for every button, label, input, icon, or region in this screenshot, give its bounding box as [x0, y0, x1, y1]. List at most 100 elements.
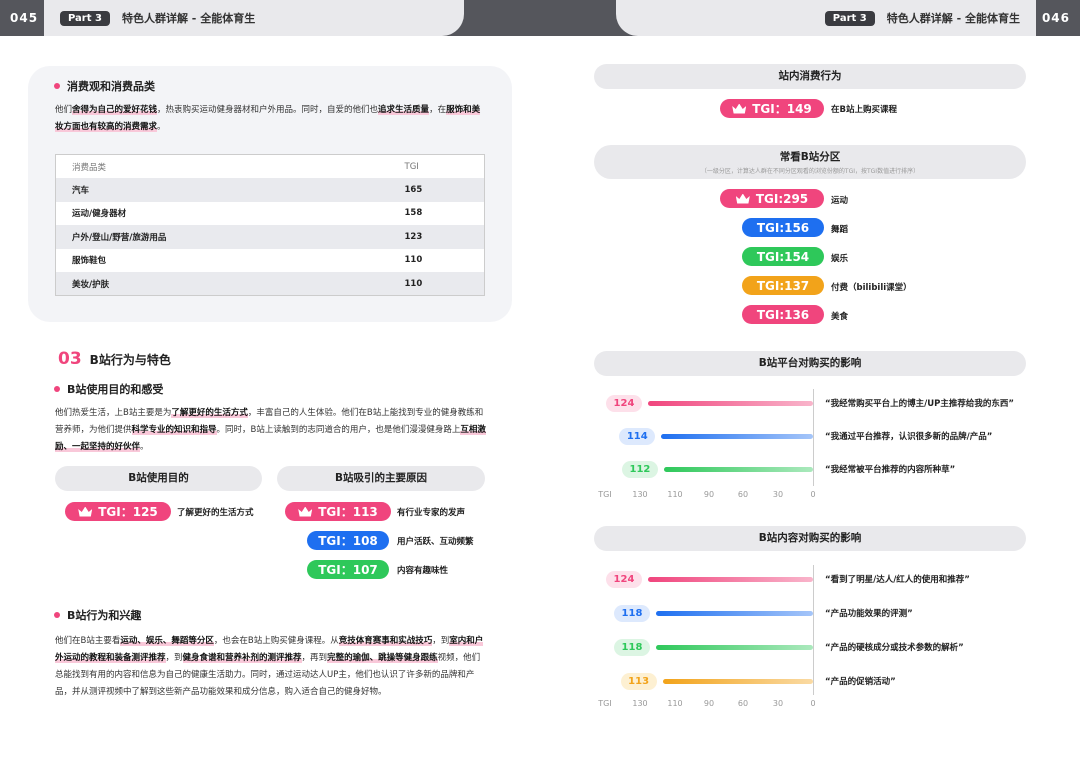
axis-tick-label: 0 — [810, 699, 816, 708]
bar-category-label: “我经常被平台推荐的内容所种草” — [825, 465, 956, 475]
page-header: 045 Part 3 特色人群详解 - 全能体育生 Part 3 特色人群详解 … — [0, 0, 1080, 36]
axis-tick-label: 130 — [632, 699, 648, 708]
tgi-value: TGI:156 — [756, 220, 810, 235]
bar — [655, 611, 813, 616]
table-cell: 美妆/护肤 — [55, 272, 389, 296]
purpose-heading: B站使用目的和感受 — [54, 381, 163, 397]
bar — [655, 645, 813, 650]
bar — [647, 577, 813, 582]
bar-category-label: “我经常购买平台上的博主/UP主推荐给我的东西” — [825, 399, 1014, 409]
table-row: 服饰鞋包 110 — [56, 249, 485, 273]
axis-tick-label: 110 — [667, 699, 683, 708]
table-cell: 户外/登山/野营/旅游用品 — [55, 225, 389, 249]
buy-header: 站内消费行为 — [594, 64, 1026, 89]
tgi-badge: TGI:156 — [742, 218, 824, 237]
axis-tick-label: 30 — [772, 490, 784, 499]
tgi-value: TGI:137 — [756, 278, 810, 293]
consumption-table: 消费品类 TGI 汽车 165 运动/健身器材 158 户外/登山/野营/旅游用品 12… — [55, 154, 485, 296]
axis-tick-label: 0 — [810, 490, 816, 499]
axis-tick-label: TGI — [598, 699, 612, 708]
tgi-badge: TGI：107 — [307, 560, 389, 579]
crown-icon — [298, 506, 313, 517]
table-cell: 165 — [388, 178, 485, 202]
tgi-badge: TGI:295 — [720, 189, 824, 208]
tgi-value: TGI:295 — [755, 191, 809, 206]
tgi-badge: TGI：125 — [65, 502, 171, 521]
tgi-label: 用户活跃、互动频繁 — [397, 537, 474, 547]
part-badge: Part 3 — [60, 10, 110, 26]
table-header-tgi: TGI — [404, 161, 419, 172]
crown-icon — [732, 103, 747, 114]
axis-tick-label: 90 — [703, 490, 715, 499]
platform-header: B站平台对购买的影响 — [594, 351, 1026, 376]
tgi-badge: TGI:154 — [742, 247, 824, 266]
tgi-badge: TGI：108 — [307, 531, 389, 550]
axis-tick-label: 130 — [632, 490, 648, 499]
table-cell: 运动/健身器材 — [72, 209, 127, 220]
reason-pill: B站吸引的主要原因 — [277, 466, 485, 491]
table-cell: 110 — [404, 255, 423, 266]
tgi-label: 付费（bilibili课堂） — [831, 283, 912, 293]
bar-value-label: 112 — [621, 461, 658, 478]
bar-category-label: “产品的促销活动” — [825, 677, 896, 687]
axis-tick-label: 90 — [703, 699, 715, 708]
bar — [647, 401, 813, 406]
page-number-right: 046 — [1041, 11, 1070, 25]
header-title: 特色人群详解 - 全能体育生 — [121, 12, 256, 25]
table-header-row: 消费品类 TGI — [56, 155, 485, 179]
page-number-left: 045 — [10, 11, 39, 25]
table-row: 汽车 165 — [55, 178, 485, 202]
section-heading: 03 B站行为与特色 — [58, 349, 171, 369]
bar-value-label: 124 — [605, 395, 642, 412]
zones-subtitle: （一级分区，计算达人群在不同分区观看的浏览份额的TGI，按TGI数值进行排序） — [700, 168, 920, 175]
header-left-tab: Part 3 特色人群详解 - 全能体育生 — [44, 0, 464, 36]
bar-value-label: 118 — [613, 639, 650, 656]
tgi-label: 在B站上购买课程 — [831, 105, 897, 115]
tgi-value: TGI:136 — [756, 307, 810, 322]
table-header-category: 消费品类 — [72, 162, 107, 173]
table-row: 运动/健身器材 158 — [56, 202, 485, 226]
axis-tick-label: 110 — [667, 490, 683, 499]
tgi-label: 舞蹈 — [831, 225, 849, 235]
tgi-value: TGI：125 — [98, 505, 158, 519]
tgi-value: TGI：108 — [318, 534, 378, 548]
purpose-pill: B站使用目的 — [55, 466, 262, 491]
part-badge: Part 3 — [824, 10, 875, 26]
table-cell: 158 — [404, 208, 423, 219]
tgi-label: 了解更好的生活方式 — [177, 508, 254, 518]
table-cell: 服饰鞋包 — [72, 256, 107, 267]
tgi-label: 运动 — [831, 196, 849, 206]
header-right-tab: Part 3 特色人群详解 - 全能体育生 — [616, 0, 1036, 36]
bar — [662, 679, 813, 684]
table-row: 户外/登山/野营/旅游用品 123 — [55, 225, 485, 249]
purpose-paragraph: 他们热爱生活，上B站主要是为了解更好的生活方式，丰富自己的人生体验。他们在B站上… — [55, 408, 486, 452]
axis-line — [813, 389, 814, 486]
bar-value-label: 118 — [613, 605, 650, 622]
bar-value-label: 114 — [619, 428, 656, 445]
consumption-heading: 消费观和消费品类 — [54, 78, 155, 94]
bar-category-label: “看到了明星/达人/红人的使用和推荐” — [825, 575, 970, 585]
tgi-label: 娱乐 — [831, 254, 849, 264]
tgi-badge: TGI:137 — [742, 276, 824, 295]
tgi-value: TGI:154 — [756, 249, 810, 264]
axis-tick-label: 60 — [737, 490, 749, 499]
bar-category-label: “产品的硬核成分或技术参数的解析” — [825, 643, 964, 653]
tgi-label: 美食 — [831, 312, 849, 322]
crown-icon — [735, 193, 750, 204]
bar-category-label: “我通过平台推荐，认识很多新的品牌/产品” — [825, 432, 993, 442]
interest-paragraph: 他们在B站主要看运动、娱乐、舞蹈等分区，也会在B站上购买健身课程。从竞技体育赛事… — [55, 636, 484, 697]
tgi-value: TGI：107 — [318, 563, 378, 577]
header-title: 特色人群详解 - 全能体育生 — [886, 12, 1020, 25]
interest-heading: B站行为和兴趣 — [54, 607, 141, 623]
table-cell: 汽车 — [55, 178, 389, 202]
axis-tick-label: TGI — [598, 490, 612, 499]
tgi-value: TGI：113 — [318, 505, 378, 519]
consumption-paragraph: 他们舍得为自己的爱好花钱，热衷购买运动健身器材和户外用品。同时，自爱的他们也追求… — [55, 105, 481, 132]
tgi-badge: TGI：113 — [285, 502, 391, 521]
bar — [663, 467, 813, 472]
crown-icon — [78, 506, 93, 517]
section-title: B站行为与特色 — [89, 353, 171, 367]
tgi-label: 内容有趣味性 — [397, 566, 449, 576]
tgi-badge: TGI:136 — [742, 305, 824, 324]
bar-value-label: 124 — [605, 571, 642, 588]
